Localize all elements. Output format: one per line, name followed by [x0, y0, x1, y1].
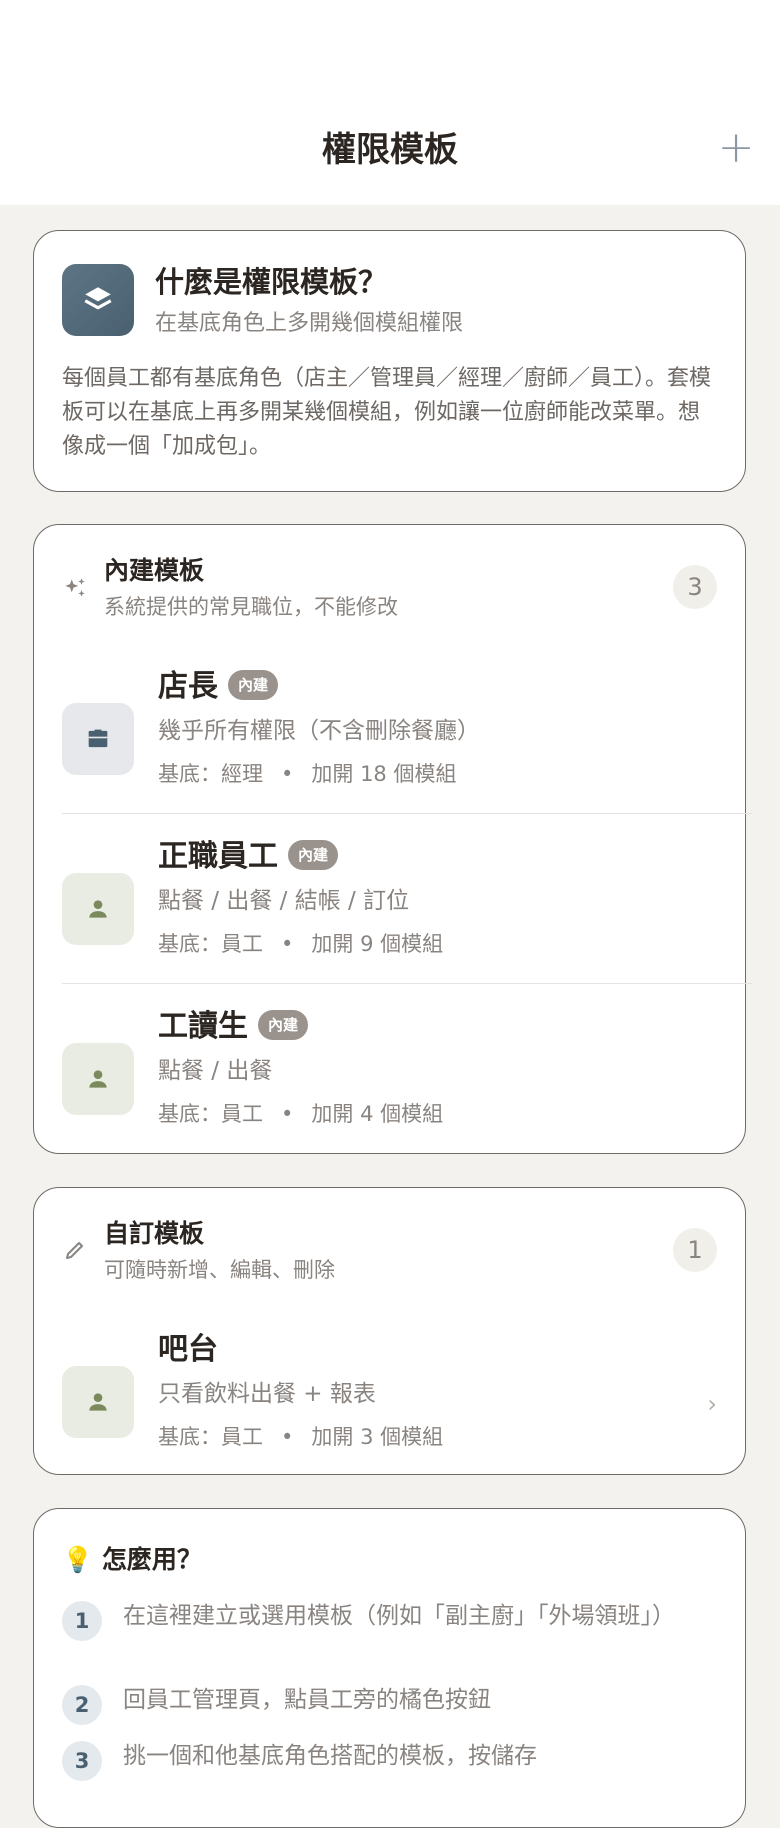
- pencil-icon: [62, 1238, 88, 1264]
- template-description: 點餐 / 出餐 / 結帳 / 訂位: [158, 888, 410, 914]
- builtin-section-subtitle: 系統提供的常見職位，不能修改: [104, 595, 398, 619]
- template-description: 只看飲料出餐 + 報表: [158, 1381, 376, 1407]
- builtin-badge: 內建: [228, 669, 279, 700]
- chevron-right-icon[interactable]: ›: [707, 1390, 717, 1418]
- custom-templates-card: 自訂模板 可隨時新增、編輯、刪除 1 吧台 只看飲料出餐 + 報表 基底：員工 •…: [33, 1187, 746, 1475]
- person-icon: [62, 1043, 134, 1115]
- divider: [62, 813, 752, 814]
- intro-body: 每個員工都有基底角色（店主／管理員／經理／廚師／員工）。套模板可以在基底上再多開…: [62, 366, 712, 459]
- briefcase-icon: [62, 703, 134, 775]
- custom-count-badge: 1: [673, 1228, 717, 1272]
- howto-card: 💡 怎麼用？ 1 在這裡建立或選用模板（例如「副主廚」「外場領班」） 2 回員工…: [33, 1508, 746, 1828]
- template-row-part-timer[interactable]: 工讀生 內建 點餐 / 出餐 基底：員工 • 加開 4 個模組: [62, 1007, 722, 1175]
- plus-icon: +: [717, 122, 755, 173]
- template-name: 店長 內建: [158, 667, 279, 707]
- intro-title: 什麼是權限模板？: [155, 265, 388, 299]
- template-row-fulltime-staff[interactable]: 正職員工 內建 點餐 / 出餐 / 結帳 / 訂位 基底：員工 • 加開 9 個模組: [62, 837, 722, 1005]
- top-bar: 權限模板 +: [0, 0, 780, 205]
- template-name: 正職員工 內建: [158, 837, 339, 877]
- person-icon: [62, 873, 134, 945]
- custom-section-subtitle: 可隨時新增、編輯、刪除: [104, 1258, 335, 1282]
- step-text: 在這裡建立或選用模板（例如「副主廚」「外場領班」）: [123, 1603, 675, 1629]
- divider: [62, 983, 752, 984]
- template-meta: 基底：員工 • 加開 4 個模組: [158, 1102, 444, 1126]
- template-description: 點餐 / 出餐: [158, 1058, 273, 1084]
- builtin-badge: 內建: [288, 839, 339, 870]
- page-title: 權限模板: [322, 130, 458, 170]
- template-meta: 基底：經理 • 加開 18 個模組: [158, 762, 457, 786]
- template-name: 吧台: [158, 1332, 218, 1367]
- custom-section-title: 自訂模板: [104, 1219, 205, 1248]
- template-name: 工讀生 內建: [158, 1007, 309, 1047]
- template-description: 幾乎所有權限（不含刪除餐廳）: [158, 718, 480, 744]
- template-meta: 基底：員工 • 加開 3 個模組: [158, 1425, 444, 1449]
- add-template-button[interactable]: +: [714, 126, 758, 172]
- step-number: 3: [62, 1741, 102, 1781]
- template-row-bar[interactable]: 吧台 只看飲料出餐 + 報表 基底：員工 • 加開 3 個模組 ›: [62, 1330, 722, 1498]
- intro-card: 什麼是權限模板？ 在基底角色上多開幾個模組權限 每個員工都有基底角色（店主／管理…: [33, 230, 746, 492]
- template-meta: 基底：員工 • 加開 9 個模組: [158, 932, 444, 956]
- step-number: 1: [62, 1601, 102, 1641]
- step-text: 挑一個和他基底角色搭配的模板，按儲存: [123, 1743, 537, 1769]
- layers-icon: [62, 264, 134, 336]
- sparkle-icon: [62, 575, 88, 601]
- howto-title: 💡 怎麼用？: [62, 1545, 202, 1574]
- builtin-count-badge: 3: [673, 565, 717, 609]
- intro-subtitle: 在基底角色上多開幾個模組權限: [155, 311, 464, 336]
- builtin-templates-card: 內建模板 系統提供的常見職位，不能修改 3 店長 內建 幾乎所有權限（不含刪除餐廳…: [33, 524, 752, 1154]
- builtin-badge: 內建: [258, 1009, 309, 1040]
- template-row-store-manager[interactable]: 店長 內建 幾乎所有權限（不含刪除餐廳） 基底：經理 • 加開 18 個模組: [62, 667, 722, 835]
- step-number: 2: [62, 1685, 102, 1725]
- builtin-section-title: 內建模板: [104, 556, 205, 585]
- person-icon: [62, 1366, 134, 1438]
- step-text: 回員工管理頁，點員工旁的橘色按鈕: [123, 1687, 491, 1713]
